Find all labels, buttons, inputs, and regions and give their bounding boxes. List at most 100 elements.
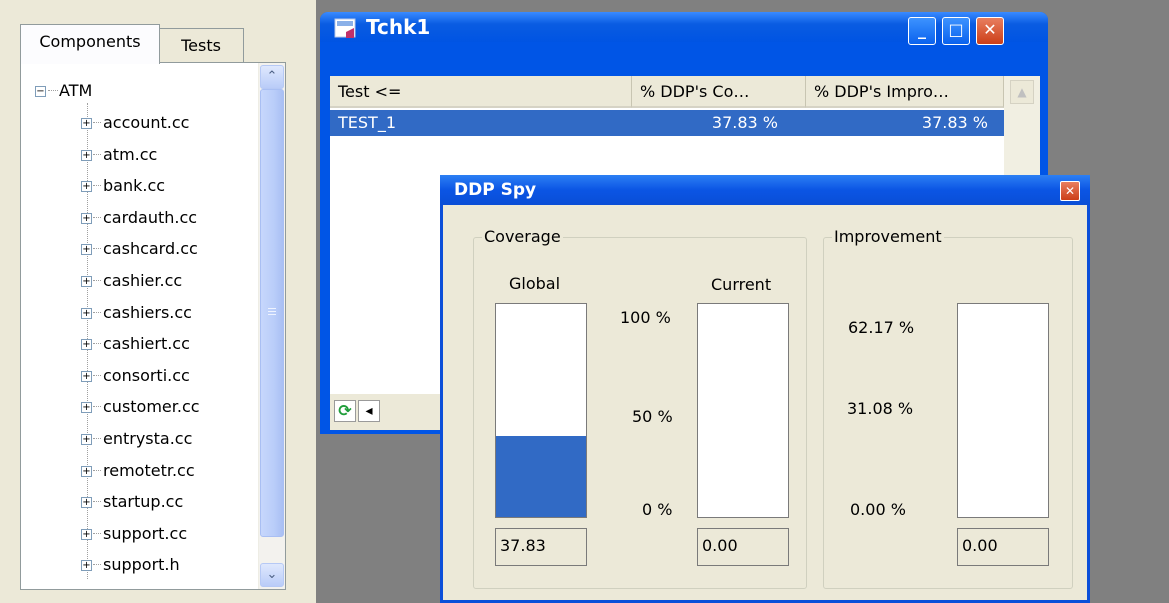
tree-connector [93,438,101,439]
close-button[interactable]: ✕ [976,17,1004,45]
improvement-scale-top: 62.17 % [848,318,915,337]
tree-item-label: startup.cc [103,492,184,512]
tree-item-label: bank.cc [103,176,166,196]
improvement-group-label: Improvement [832,226,944,248]
tree-connector [93,343,101,345]
tree-connector [93,216,101,218]
column-header-improvement-label: % DDP's Impro… [814,82,949,101]
tree-item-label: atm.cc [103,144,158,164]
tree-connector [93,501,101,503]
scroll-left-button[interactable]: ◂ [358,400,380,422]
expand-icon[interactable]: + [81,276,92,287]
collapse-icon[interactable]: − [35,86,46,97]
maximize-button[interactable]: □ [942,17,970,45]
ddp-spy-window: DDP Spy ✕ Coverage Global Current 100 % … [440,175,1090,603]
component-tree: − ATM + account.cc + atm.cc + bank.cc + cardaut… [20,62,286,590]
spy-close-button[interactable]: ✕ [1060,181,1080,201]
expand-icon[interactable]: + [81,560,92,572]
chevron-down-icon: ⌄ [266,567,278,582]
row-coverage: 37.83 % [711,113,778,132]
maximize-icon: □ [948,20,964,39]
row-improvement: 37.83 % [921,113,988,132]
tchk-title: Tchk1 [366,15,431,39]
tree-connector [93,153,101,155]
chevron-left-icon: ◂ [365,403,373,419]
expand-icon[interactable]: + [81,149,92,161]
tab-components[interactable]: Components [20,24,160,64]
minimize-icon: _ [918,20,926,39]
expand-icon[interactable]: + [81,370,92,382]
scale-0: 0 % [642,500,673,519]
scroll-up-button[interactable]: ⌃ [260,65,284,89]
tree-view: − ATM + account.cc + atm.cc + bank.cc + cardaut… [21,63,258,589]
improvement-value-field: 0.00 [957,528,1049,566]
refresh-icon: ⟳ [338,401,352,420]
tree-item-label: customer.cc [103,397,200,417]
ddp-spy-titlebar[interactable]: DDP Spy ✕ [440,175,1090,205]
list-footer: ⟳ ◂ [330,394,450,430]
tree-root-label: ATM [59,81,93,100]
ddp-spy-title: DDP Spy [454,180,537,200]
tree-connector [93,469,101,471]
column-header-coverage-label: % DDP's Co… [640,82,750,101]
grip-icon [268,308,276,309]
improvement-scale-bottom: 0.00 % [850,500,906,519]
tree-connector [93,374,101,376]
tree-item-label: consorti.cc [103,365,190,385]
tree-item-label: support.cc [103,523,188,543]
tree-connector [93,185,101,187]
tree-item-label: cashcard.cc [103,239,198,259]
column-header-test[interactable]: Test <= [330,76,632,108]
improvement-value: 0.00 [962,536,998,555]
tree-item-label: support.h [103,555,180,575]
tab-tests-label: Tests [181,36,221,55]
tree-connector [93,248,101,250]
scale-50: 50 % [632,407,673,426]
expand-icon[interactable]: + [81,402,92,414]
tree-item-label: cashier.cc [103,271,183,290]
expand-icon[interactable]: + [81,181,92,193]
column-header-improvement[interactable]: % DDP's Impro… [806,76,1004,108]
app-icon [334,18,356,38]
scroll-thumb[interactable] [260,89,284,537]
minimize-button[interactable]: _ [908,17,936,45]
close-icon: ✕ [983,20,997,39]
expand-icon[interactable]: + [81,339,92,351]
tree-connector [93,564,101,566]
expand-icon[interactable]: + [81,307,92,319]
scroll-down-button[interactable]: ⌄ [260,563,284,587]
tree-connector [93,280,101,281]
scale-100: 100 % [620,308,671,327]
component-panel: Components Tests − ATM + account.cc + atm.c… [0,0,316,603]
tree-connector [93,311,101,313]
current-label: Current [711,275,772,294]
expand-icon[interactable]: + [81,434,92,445]
global-value: 37.83 [500,536,546,555]
scroll-up-button[interactable]: ▲ [1010,80,1034,104]
tree-item-label: entrysta.cc [103,429,193,448]
tree-connector [93,406,101,408]
expand-icon[interactable]: + [81,212,92,224]
tab-tests[interactable]: Tests [158,28,244,63]
global-label: Global [509,274,561,293]
expand-icon[interactable]: + [81,465,92,477]
tree-scrollbar[interactable]: ⌃ ⌄ [258,63,285,589]
refresh-button[interactable]: ⟳ [334,400,356,422]
table-row[interactable]: TEST_1 37.83 % 37.83 % [330,110,1004,136]
tab-components-label: Components [39,32,141,51]
expand-icon[interactable]: + [81,497,92,509]
expand-icon[interactable]: + [81,118,92,129]
tchk-titlebar[interactable]: Tchk1 _ □ ✕ [320,12,1048,45]
tree-connector [48,90,58,91]
tree-item-label: cashiert.cc [103,334,190,354]
expand-icon[interactable]: + [81,528,92,540]
global-coverage-bar [495,303,587,518]
current-value-field: 0.00 [697,528,789,566]
global-coverage-fill [496,436,586,517]
column-header-coverage[interactable]: % DDP's Co… [632,76,806,108]
expand-icon[interactable]: + [81,244,92,256]
row-test-name: TEST_1 [338,113,396,132]
tree-item-label: cashiers.cc [103,302,192,322]
close-icon: ✕ [1064,184,1076,198]
tree-item-label: account.cc [103,113,190,132]
